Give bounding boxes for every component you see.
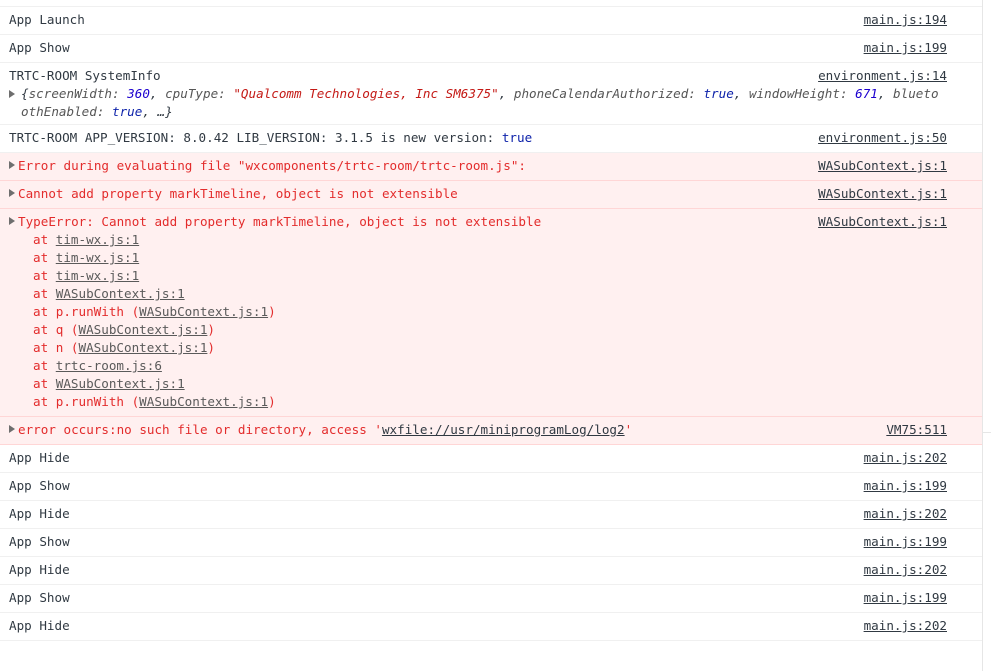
source-link[interactable]: main.js:202 — [864, 617, 947, 635]
log-message: App Show — [9, 590, 70, 605]
log-row: App Show main.js:199 — [0, 529, 982, 557]
stack-frame-link[interactable]: WASubContext.js:1 — [56, 286, 185, 301]
log-row: App Hide main.js:202 — [0, 445, 982, 473]
log-message: App Show — [9, 478, 70, 493]
error-message-tail: ' — [624, 422, 633, 437]
stack-frame: at tim-wx.js:1 — [33, 232, 140, 247]
stack-frame: at WASubContext.js:1 — [33, 286, 185, 301]
stack-frame-link[interactable]: WASubContext.js:1 — [139, 304, 268, 319]
log-row: App Show main.js:199 — [0, 585, 982, 613]
source-link[interactable]: main.js:199 — [864, 533, 947, 551]
source-link[interactable]: main.js:202 — [864, 505, 947, 523]
source-link[interactable]: WASubContext.js:1 — [818, 213, 947, 231]
stack-frame: at p.runWith (WASubContext.js:1) — [33, 304, 276, 319]
expand-arrow-icon[interactable] — [9, 217, 15, 225]
log-row-systeminfo: TRTC-ROOM SystemInfo environment.js:14 {… — [0, 63, 982, 125]
stack-frame: at tim-wx.js:1 — [33, 268, 140, 283]
expand-arrow-icon[interactable] — [9, 189, 15, 197]
stack-frame: at WASubContext.js:1 — [33, 376, 185, 391]
log-message: App Hide — [9, 450, 70, 465]
log-message: App Hide — [9, 562, 70, 577]
expand-arrow-icon[interactable] — [9, 90, 15, 98]
stack-frame: at tim-wx.js:1 — [33, 250, 140, 265]
stack-frame: at p.runWith (WASubContext.js:1) — [33, 394, 276, 409]
stack-frame: at n (WASubContext.js:1) — [33, 340, 215, 355]
source-link[interactable]: main.js:199 — [864, 477, 947, 495]
source-link[interactable]: WASubContext.js:1 — [818, 185, 947, 203]
stack-frame-link[interactable]: WASubContext.js:1 — [56, 376, 185, 391]
source-link[interactable]: main.js:202 — [864, 449, 947, 467]
stack-frame-link[interactable]: tim-wx.js:1 — [56, 268, 139, 283]
source-link[interactable]: VM75:511 — [886, 421, 947, 439]
error-row[interactable]: Error during evaluating file "wxcomponen… — [0, 153, 982, 181]
log-message: App Show — [9, 534, 70, 549]
stack-frame-link[interactable]: tim-wx.js:1 — [56, 250, 139, 265]
log-message: App Launch — [9, 12, 85, 27]
log-row: App Show main.js:199 — [0, 473, 982, 501]
source-link[interactable]: main.js:199 — [864, 589, 947, 607]
log-message: App Show — [9, 40, 70, 55]
log-message: TRTC-ROOM APP_VERSION: 8.0.42 LIB_VERSIO… — [9, 130, 502, 145]
source-link[interactable]: environment.js:50 — [818, 129, 947, 147]
stack-frame: at q (WASubContext.js:1) — [33, 322, 215, 337]
error-row-typeerror[interactable]: TypeError: Cannot add property markTimel… — [0, 209, 982, 417]
error-message: Error during evaluating file "wxcomponen… — [18, 158, 526, 173]
source-link[interactable]: main.js:202 — [864, 561, 947, 579]
error-row-file[interactable]: error occurs:no such file or directory, … — [0, 417, 982, 445]
log-message: App Hide — [9, 506, 70, 521]
log-row: App Hide main.js:202 — [0, 613, 982, 641]
right-panel-divider — [983, 432, 991, 433]
log-row-version: TRTC-ROOM APP_VERSION: 8.0.42 LIB_VERSIO… — [0, 125, 982, 153]
log-message: App Hide — [9, 618, 70, 633]
right-panel-edge — [983, 0, 991, 671]
source-link[interactable]: main.js:194 — [864, 11, 947, 29]
log-row: App Launch main.js:194 — [0, 7, 982, 35]
stack-frame: at trtc-room.js:6 — [33, 358, 162, 373]
stack-frame-link[interactable]: tim-wx.js:1 — [56, 232, 139, 247]
object-preview-text: {screenWidth: 360, cpuType: "Qualcomm Te… — [21, 86, 939, 119]
version-flag: true — [501, 130, 533, 145]
stack-frame-link[interactable]: trtc-room.js:6 — [56, 358, 162, 373]
stack-trace: at tim-wx.js:1 at tim-wx.js:1 at tim-wx.… — [9, 231, 942, 411]
source-link[interactable]: main.js:199 — [864, 39, 947, 57]
source-link[interactable]: environment.js:14 — [818, 67, 947, 85]
log-row: App Hide main.js:202 — [0, 557, 982, 585]
console-top-edge — [0, 0, 982, 7]
error-row[interactable]: Cannot add property markTimeline, object… — [0, 181, 982, 209]
log-row: App Show main.js:199 — [0, 35, 982, 63]
object-preview[interactable]: {screenWidth: 360, cpuType: "Qualcomm Te… — [9, 85, 942, 121]
expand-arrow-icon[interactable] — [9, 425, 15, 433]
error-message: TypeError: Cannot add property markTimel… — [18, 214, 542, 229]
stack-frame-link[interactable]: WASubContext.js:1 — [139, 394, 268, 409]
stack-frame-link[interactable]: WASubContext.js:1 — [79, 340, 208, 355]
log-message: TRTC-ROOM SystemInfo — [9, 68, 161, 83]
error-message: error occurs:no such file or directory, … — [18, 422, 382, 437]
source-link[interactable]: WASubContext.js:1 — [818, 157, 947, 175]
file-link[interactable]: wxfile://usr/miniprogramLog/log2 — [382, 422, 625, 437]
expand-arrow-icon[interactable] — [9, 161, 15, 169]
log-row: App Hide main.js:202 — [0, 501, 982, 529]
error-message: Cannot add property markTimeline, object… — [18, 186, 458, 201]
stack-frame-link[interactable]: WASubContext.js:1 — [79, 322, 208, 337]
console-panel: App Launch main.js:194 App Show main.js:… — [0, 0, 983, 671]
